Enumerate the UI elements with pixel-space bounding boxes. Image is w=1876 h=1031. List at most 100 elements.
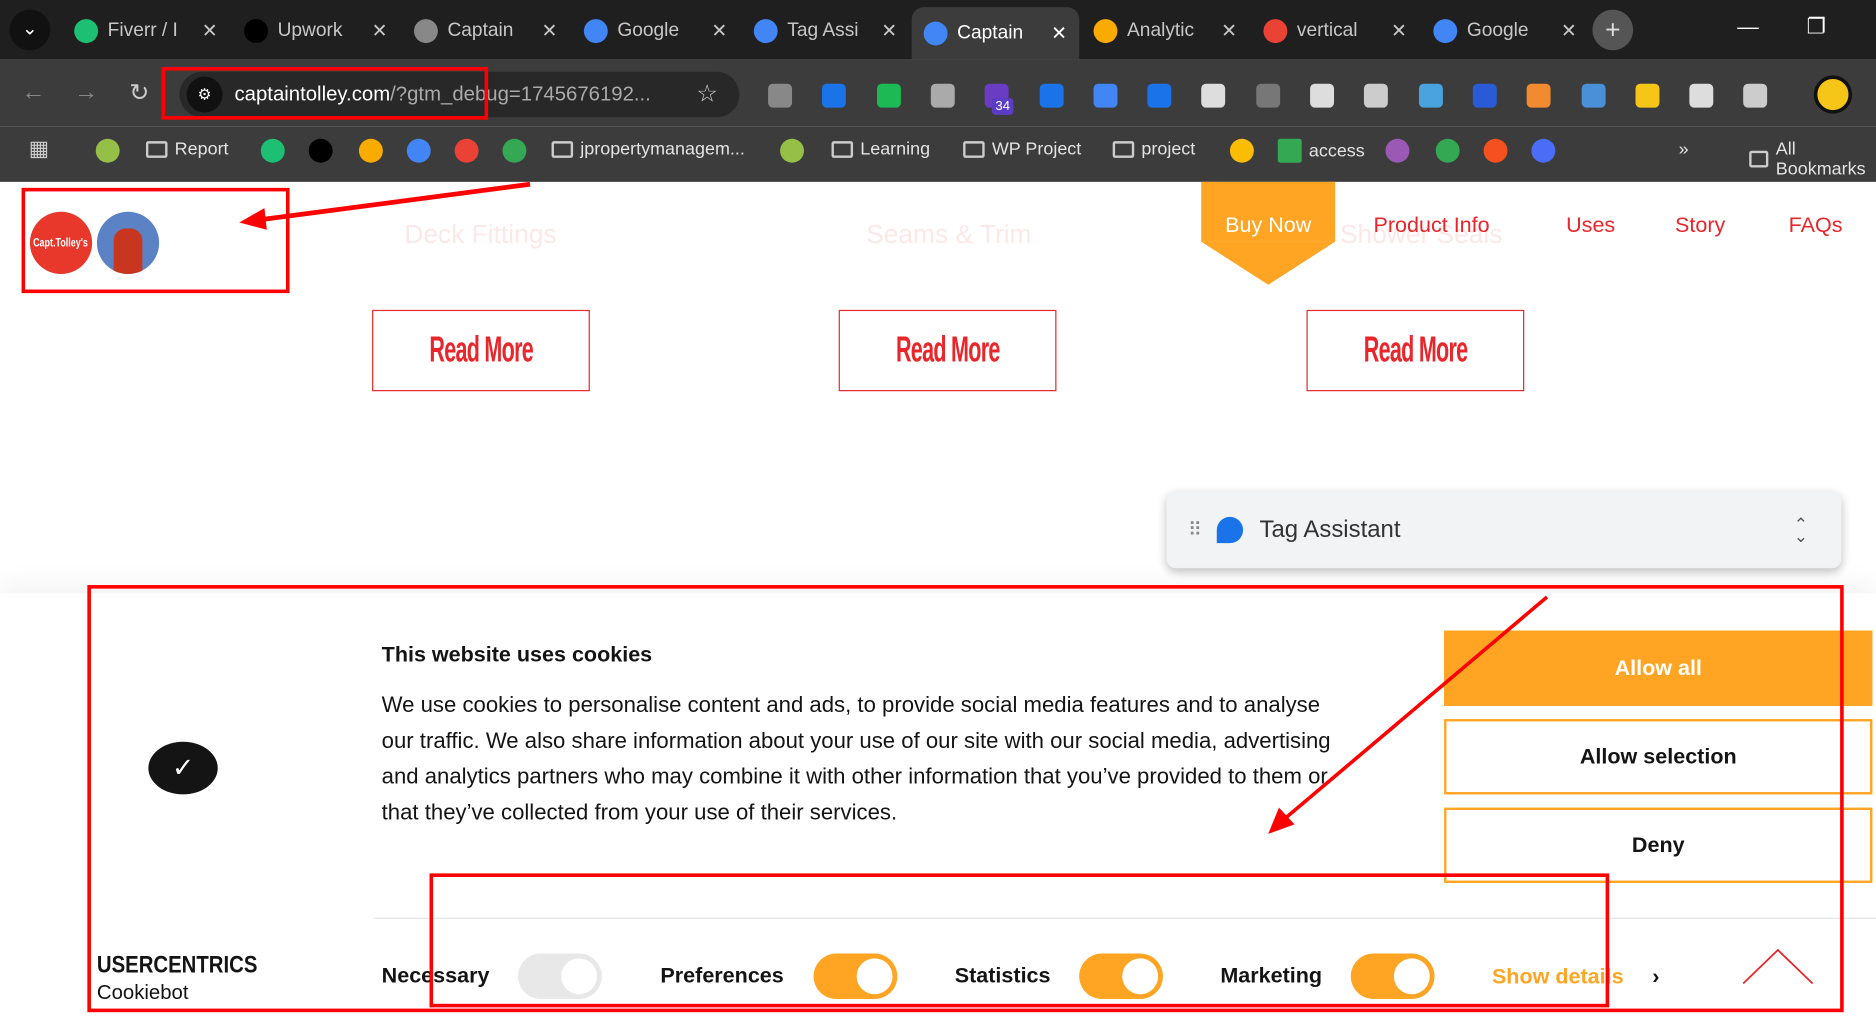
tab-favicon-icon xyxy=(74,19,99,44)
upwork-icon[interactable] xyxy=(308,138,333,163)
extension-icon[interactable] xyxy=(1093,83,1118,108)
more-bookmarks-icon[interactable]: » xyxy=(1679,139,1689,159)
extension-icon[interactable] xyxy=(1385,138,1410,163)
meet-icon[interactable] xyxy=(502,138,527,163)
bookmark-star-icon[interactable]: ☆ xyxy=(696,79,717,109)
tab-bar: ⌄ Fiverr / I ✕ Upwork ✕ Captain ✕ Google ✕ Tag A… xyxy=(0,0,1876,60)
extension-icon[interactable] xyxy=(1689,83,1714,108)
annotation-box-url xyxy=(161,67,489,120)
buy-now-button[interactable]: Buy Now xyxy=(1201,181,1336,242)
buy-now-pointer xyxy=(1201,241,1336,285)
extension-icon[interactable] xyxy=(1581,83,1606,108)
tag-assistant-title: Tag Assistant xyxy=(1259,516,1401,543)
drive-icon[interactable] xyxy=(1435,138,1460,163)
bookmark-access[interactable]: access xyxy=(1277,138,1365,163)
browser-tab[interactable]: Upwork ✕ xyxy=(232,7,400,55)
bookmark-project[interactable]: project xyxy=(1112,139,1195,159)
nav-faqs[interactable]: FAQs xyxy=(1789,213,1843,238)
close-tab-icon[interactable]: ✕ xyxy=(711,19,727,43)
new-tab-button[interactable]: + xyxy=(1592,9,1634,51)
read-more-button[interactable]: Read More xyxy=(1306,309,1525,392)
folder-icon xyxy=(551,140,574,158)
apps-icon[interactable]: ▦ xyxy=(29,136,49,161)
nav-uses[interactable]: Uses xyxy=(1566,213,1615,238)
tab-favicon-icon xyxy=(1263,19,1288,44)
bookmark-learning[interactable]: Learning xyxy=(831,139,930,159)
read-more-button[interactable]: Read More xyxy=(838,309,1057,392)
drag-handle-icon[interactable]: ⠿ xyxy=(1188,518,1202,542)
back-icon[interactable]: ← xyxy=(22,79,46,107)
nav-product-info[interactable]: Product Info xyxy=(1374,213,1490,238)
bookmark-wp-project[interactable]: WP Project xyxy=(963,139,1081,159)
close-tab-icon[interactable]: ✕ xyxy=(541,19,557,43)
extension-icon[interactable] xyxy=(1147,83,1172,108)
tag-assistant-widget[interactable]: ⠿ Tag Assistant ⌃ ⌄ xyxy=(1166,491,1842,569)
expand-collapse-icon[interactable]: ⌃ ⌄ xyxy=(1794,516,1808,545)
extension-icon[interactable] xyxy=(768,83,793,108)
extension-icon[interactable] xyxy=(822,83,847,108)
bookmark-report[interactable]: Report xyxy=(145,139,229,159)
fiverr-icon[interactable] xyxy=(260,138,285,163)
extension-icon[interactable] xyxy=(1310,83,1335,108)
folder-icon xyxy=(1749,150,1769,168)
extension-icon[interactable] xyxy=(1255,83,1280,108)
folder-icon xyxy=(1112,140,1135,158)
browser-tab[interactable]: Tag Assi ✕ xyxy=(742,7,910,55)
restore-button[interactable]: ❐ xyxy=(1807,14,1826,39)
extension-icon[interactable] xyxy=(1039,83,1064,108)
browser-tab[interactable]: Captain ✕ xyxy=(911,7,1080,60)
annotation-arrow-cookie xyxy=(1268,595,1549,834)
browser-tab[interactable]: Fiverr / I ✕ xyxy=(62,7,230,55)
extension-badge: 34 xyxy=(991,98,1014,115)
nav-story[interactable]: Story xyxy=(1675,213,1725,238)
analytics-icon[interactable] xyxy=(358,138,383,163)
bookmark-jproperty[interactable]: jpropertymanagem... xyxy=(551,139,745,159)
extension-icon[interactable] xyxy=(1201,83,1226,108)
minimize-button[interactable]: — xyxy=(1737,14,1759,39)
browser-tab[interactable]: Analytic ✕ xyxy=(1082,7,1250,55)
close-tab-icon[interactable]: ✕ xyxy=(372,19,388,43)
extension-icon[interactable] xyxy=(1472,83,1497,108)
close-tab-icon[interactable]: ✕ xyxy=(1561,19,1577,43)
gtm-icon[interactable] xyxy=(406,138,431,163)
profile-avatar[interactable] xyxy=(1813,75,1853,114)
browser-tab[interactable]: Google ✕ xyxy=(1421,7,1589,55)
forward-icon[interactable]: → xyxy=(74,79,98,107)
tag-assistant-icon xyxy=(1216,516,1243,544)
tab-favicon-icon xyxy=(753,19,778,44)
folder-icon xyxy=(145,140,168,158)
browser-tab[interactable]: vertical ✕ xyxy=(1251,7,1419,55)
close-tab-icon[interactable]: ✕ xyxy=(1051,22,1067,46)
s-icon[interactable] xyxy=(1483,138,1508,163)
browser-tab[interactable]: Google ✕ xyxy=(572,7,740,55)
extension-icon[interactable] xyxy=(1418,83,1443,108)
tab-favicon-icon xyxy=(1433,19,1458,44)
tab-favicon-icon xyxy=(244,19,269,44)
folder-icon xyxy=(831,140,854,158)
nav-faint-deck: Deck Fittings xyxy=(404,218,557,249)
keep-icon[interactable] xyxy=(1229,138,1254,163)
close-tab-icon[interactable]: ✕ xyxy=(881,19,897,43)
tab-favicon-icon xyxy=(1093,19,1118,44)
shopify-icon[interactable] xyxy=(780,138,805,163)
app-icon[interactable] xyxy=(1531,138,1556,163)
ads-icon xyxy=(1277,138,1302,163)
extension-icon[interactable] xyxy=(1526,83,1551,108)
extension-icon[interactable] xyxy=(876,83,901,108)
browser-tab[interactable]: Captain ✕ xyxy=(402,7,570,55)
extension-icon[interactable] xyxy=(930,83,955,108)
bookmark-all[interactable]: All Bookmarks xyxy=(1749,139,1876,179)
gmail-icon[interactable] xyxy=(454,138,479,163)
close-tab-icon[interactable]: ✕ xyxy=(1391,19,1407,43)
nav-faint-seams: Seams & Trim xyxy=(866,218,1032,249)
shopify-icon[interactable] xyxy=(95,138,120,163)
extension-icon[interactable] xyxy=(1364,83,1389,108)
screen: ⌄ Fiverr / I ✕ Upwork ✕ Captain ✕ Google ✕ Tag A… xyxy=(0,0,1876,1031)
close-tab-icon[interactable]: ✕ xyxy=(202,19,218,43)
extension-icon[interactable] xyxy=(1635,83,1660,108)
reload-icon[interactable]: ↻ xyxy=(129,78,149,108)
read-more-button[interactable]: Read More xyxy=(372,309,590,392)
extension-icon[interactable] xyxy=(1743,83,1768,108)
tab-search-button[interactable]: ⌄ xyxy=(9,9,51,51)
close-tab-icon[interactable]: ✕ xyxy=(1221,19,1237,43)
